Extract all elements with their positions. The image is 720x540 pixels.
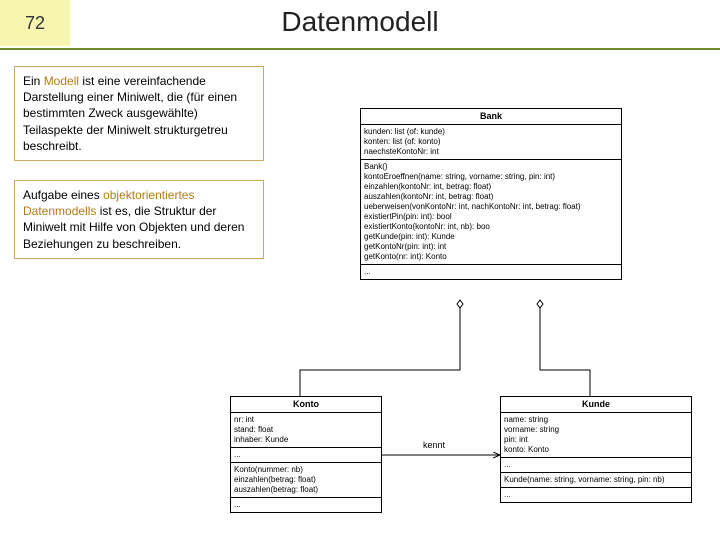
class-ellipsis: ...: [231, 498, 381, 512]
association-label-kennt: kennt: [423, 440, 445, 450]
class-operations: Bank() kontoEroeffnen(name: string, vorn…: [361, 160, 621, 265]
class-ellipsis: ...: [231, 448, 381, 463]
class-operations: Konto(nummer: nb) einzahlen(betrag: floa…: [231, 463, 381, 498]
definition-model: Ein Modell ist eine vereinfachende Darst…: [14, 66, 264, 161]
class-name: Kunde: [501, 397, 691, 413]
term-modell: Modell: [44, 74, 79, 88]
class-attributes: name: string vorname: string pin: int ko…: [501, 413, 691, 458]
uml-class-kunde: Kunde name: string vorname: string pin: …: [500, 396, 692, 503]
slide-header: 72 Datenmodell: [0, 0, 720, 50]
text: Aufgabe eines: [23, 188, 103, 202]
class-attributes: kunden: list (of: kunde) konten: list (o…: [361, 125, 621, 160]
class-ellipsis: ...: [501, 458, 691, 473]
class-attributes: nr: int stand: float inhaber: Kunde: [231, 413, 381, 448]
class-name: Bank: [361, 109, 621, 125]
uml-class-bank: Bank kunden: list (of: kunde) konten: li…: [360, 108, 622, 280]
uml-class-konto: Konto nr: int stand: float inhaber: Kund…: [230, 396, 382, 513]
class-ellipsis: ...: [501, 488, 691, 502]
class-ellipsis: ...: [361, 265, 621, 279]
text: Ein: [23, 74, 44, 88]
slide-title: Datenmodell: [0, 6, 720, 38]
definition-oo-datamodel: Aufgabe eines objektorientiertes Datenmo…: [14, 180, 264, 259]
class-name: Konto: [231, 397, 381, 413]
class-operations: Kunde(name: string, vorname: string, pin…: [501, 473, 691, 488]
